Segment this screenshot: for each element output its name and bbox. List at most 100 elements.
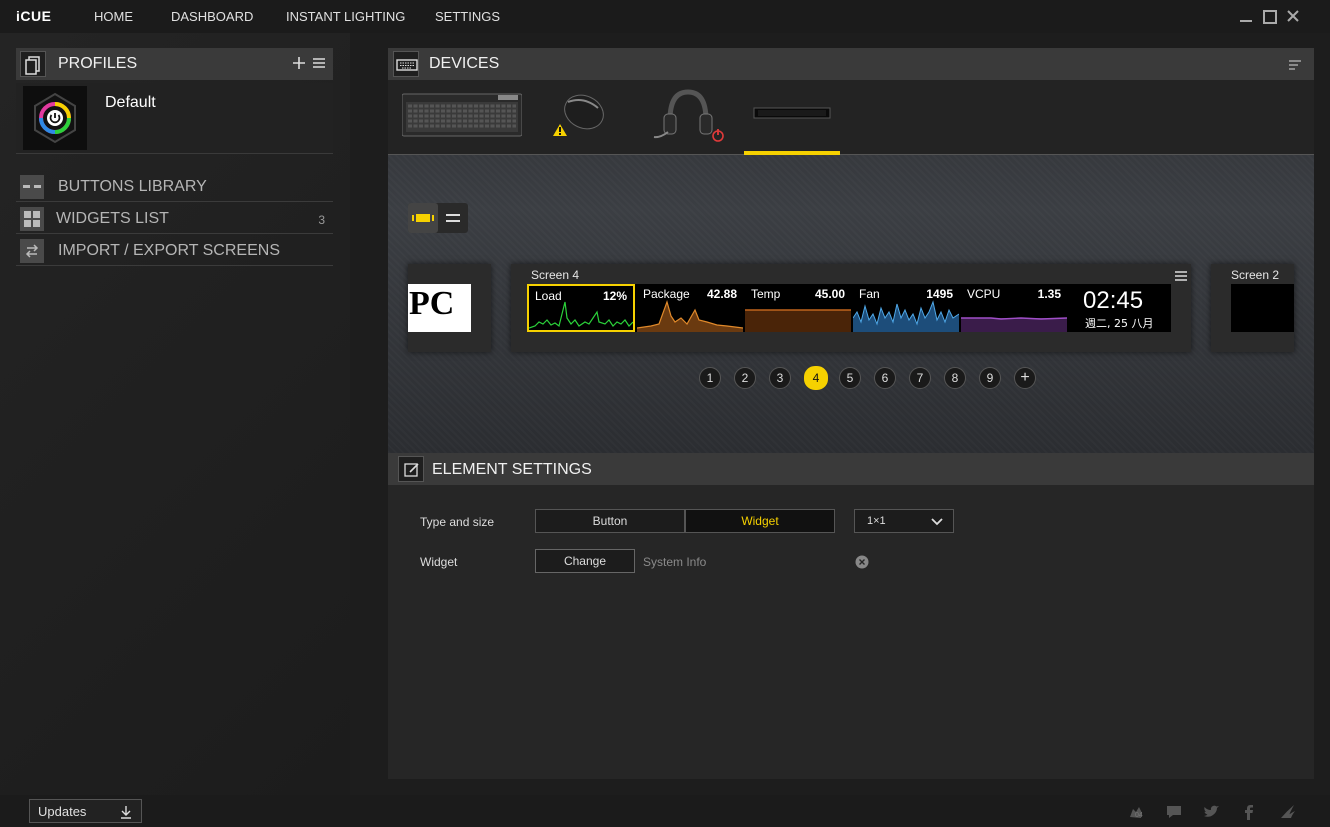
- maximize-button[interactable]: [1260, 7, 1278, 25]
- twitter-button[interactable]: [1202, 803, 1220, 821]
- screen-page-2[interactable]: 2: [734, 367, 756, 389]
- profile-avatar: [23, 86, 87, 150]
- clock-time: 02:45: [1083, 287, 1144, 314]
- facebook-button[interactable]: [1240, 803, 1258, 821]
- carousel-view-button[interactable]: [408, 203, 438, 233]
- size-dropdown[interactable]: 1×1: [854, 509, 954, 533]
- widget-clock[interactable]: 02:45 週二, 25 八月: [1069, 284, 1171, 332]
- device-lcd-bar[interactable]: [744, 80, 840, 155]
- add-profile-button[interactable]: [292, 54, 306, 72]
- updates-button[interactable]: Updates: [29, 799, 142, 823]
- screen-menu-button[interactable]: [1175, 268, 1187, 281]
- profile-item[interactable]: Default: [16, 83, 333, 154]
- screen-preview-previous: PC: [408, 284, 471, 332]
- screen-page-5[interactable]: 5: [839, 367, 861, 389]
- add-screen-button[interactable]: +: [1014, 367, 1036, 389]
- devices-title: DEVICES: [429, 55, 500, 72]
- clock-date: 週二, 25 八月: [1085, 317, 1154, 330]
- clear-widget-button[interactable]: [855, 555, 869, 569]
- prev-screen-text: PC: [409, 285, 455, 322]
- next-screen-name: Screen 2: [1231, 268, 1280, 282]
- edit-icon: [398, 456, 424, 482]
- device-mouse[interactable]: [546, 80, 610, 152]
- devices-menu-button[interactable]: [1288, 58, 1302, 70]
- import-export-icon: [20, 239, 44, 263]
- change-widget-button[interactable]: Change: [535, 549, 635, 573]
- screen-page-7[interactable]: 7: [909, 367, 931, 389]
- device-keyboard[interactable]: [401, 80, 523, 152]
- carousel-view-icon: [412, 214, 434, 222]
- nav-settings[interactable]: SETTINGS: [435, 9, 500, 24]
- load-sparkline: [529, 301, 633, 329]
- element-settings-panel: ELEMENT SETTINGS Type and size Button Wi…: [388, 453, 1314, 779]
- device-tray: [388, 80, 1314, 155]
- type-size-label: Type and size: [420, 515, 495, 529]
- screen-page-6[interactable]: 6: [874, 367, 896, 389]
- corsair-button[interactable]: [1279, 803, 1297, 821]
- screen-card-previous[interactable]: PC: [408, 264, 491, 352]
- buttons-library-item[interactable]: BUTTONS LIBRARY: [16, 172, 333, 202]
- widget-fan[interactable]: Fan 1495: [853, 284, 959, 332]
- profiles-menu-button[interactable]: [312, 56, 326, 70]
- download-icon: [121, 806, 131, 819]
- widget-label: VCPU: [967, 287, 1001, 301]
- selected-widget-name: System Info: [643, 555, 707, 569]
- notifications-button[interactable]: 04: [1127, 803, 1145, 821]
- widget-vcpu[interactable]: VCPU 1.35: [961, 284, 1067, 332]
- element-settings-title: ELEMENT SETTINGS: [432, 461, 592, 478]
- mouse-device-icon: [553, 94, 604, 136]
- view-toggle: [408, 203, 468, 233]
- devices-panel: DEVICES PC Screen 4 Load 12% Package 42.…: [388, 48, 1314, 453]
- keyboard-device-icon: [401, 93, 523, 137]
- screen-page-9[interactable]: 9: [979, 367, 1001, 389]
- fan-sparkline: [853, 300, 959, 332]
- chevron-down-icon: [931, 518, 943, 526]
- close-icon: [1287, 10, 1299, 22]
- widget-temp[interactable]: Temp 45.00: [745, 284, 851, 332]
- list-view-icon: [446, 214, 460, 222]
- nav-dashboard[interactable]: DASHBOARD: [171, 9, 253, 24]
- profile-name: Default: [105, 94, 156, 111]
- package-sparkline: [637, 300, 743, 332]
- profiles-title: PROFILES: [58, 55, 138, 72]
- left-panel: PROFILES Default BUTTONS LIBRARY WIDGETS…: [0, 33, 350, 795]
- updates-label: Updates: [38, 804, 87, 819]
- plus-icon: [293, 57, 305, 69]
- facebook-icon: [1245, 805, 1253, 820]
- keyboard-icon: [393, 51, 419, 77]
- menu-icon: [1175, 271, 1187, 281]
- type-widget-option[interactable]: Widget: [685, 509, 835, 533]
- widgets-count: 3: [318, 213, 325, 227]
- widgets-list-item[interactable]: WIDGETS LIST 3: [16, 204, 333, 234]
- close-button[interactable]: [1284, 7, 1302, 25]
- minimize-button[interactable]: [1237, 7, 1255, 25]
- widget-label: Temp: [751, 287, 781, 301]
- screen-page-1[interactable]: 1: [699, 367, 721, 389]
- screen-page-8[interactable]: 8: [944, 367, 966, 389]
- nav-instant-lighting[interactable]: INSTANT LIGHTING: [286, 9, 405, 24]
- screen-page-3[interactable]: 3: [769, 367, 791, 389]
- screen-page-4[interactable]: 4: [804, 366, 828, 390]
- widget-load[interactable]: Load 12%: [527, 284, 635, 332]
- status-bar: Updates 04: [0, 795, 1330, 827]
- widget-package[interactable]: Package 42.88: [637, 284, 743, 332]
- profiles-header: PROFILES: [16, 48, 333, 80]
- app-logo: iCUE: [16, 8, 52, 24]
- devices-header: DEVICES: [388, 48, 1314, 80]
- notification-count: 04: [1135, 812, 1143, 819]
- list-view-button[interactable]: [438, 203, 468, 233]
- lcd-bar-device-icon: [753, 107, 831, 119]
- import-export-item[interactable]: IMPORT / EXPORT SCREENS: [16, 236, 333, 266]
- buttons-library-icon: [20, 175, 44, 199]
- screen-card-current[interactable]: Screen 4 Load 12% Package 42.88 Temp 45.…: [511, 264, 1191, 352]
- nav-home[interactable]: HOME: [94, 9, 133, 24]
- corsair-sails-icon: [1281, 805, 1295, 818]
- screen-card-next[interactable]: Screen 2: [1211, 264, 1294, 352]
- chat-button[interactable]: [1165, 803, 1183, 821]
- twitter-icon: [1204, 805, 1219, 817]
- device-headset[interactable]: [650, 80, 730, 152]
- type-button-option[interactable]: Button: [535, 509, 685, 533]
- sort-menu-icon: [1289, 60, 1301, 70]
- widgets-list-label: WIDGETS LIST: [56, 210, 169, 227]
- widget-value: 45.00: [814, 287, 845, 301]
